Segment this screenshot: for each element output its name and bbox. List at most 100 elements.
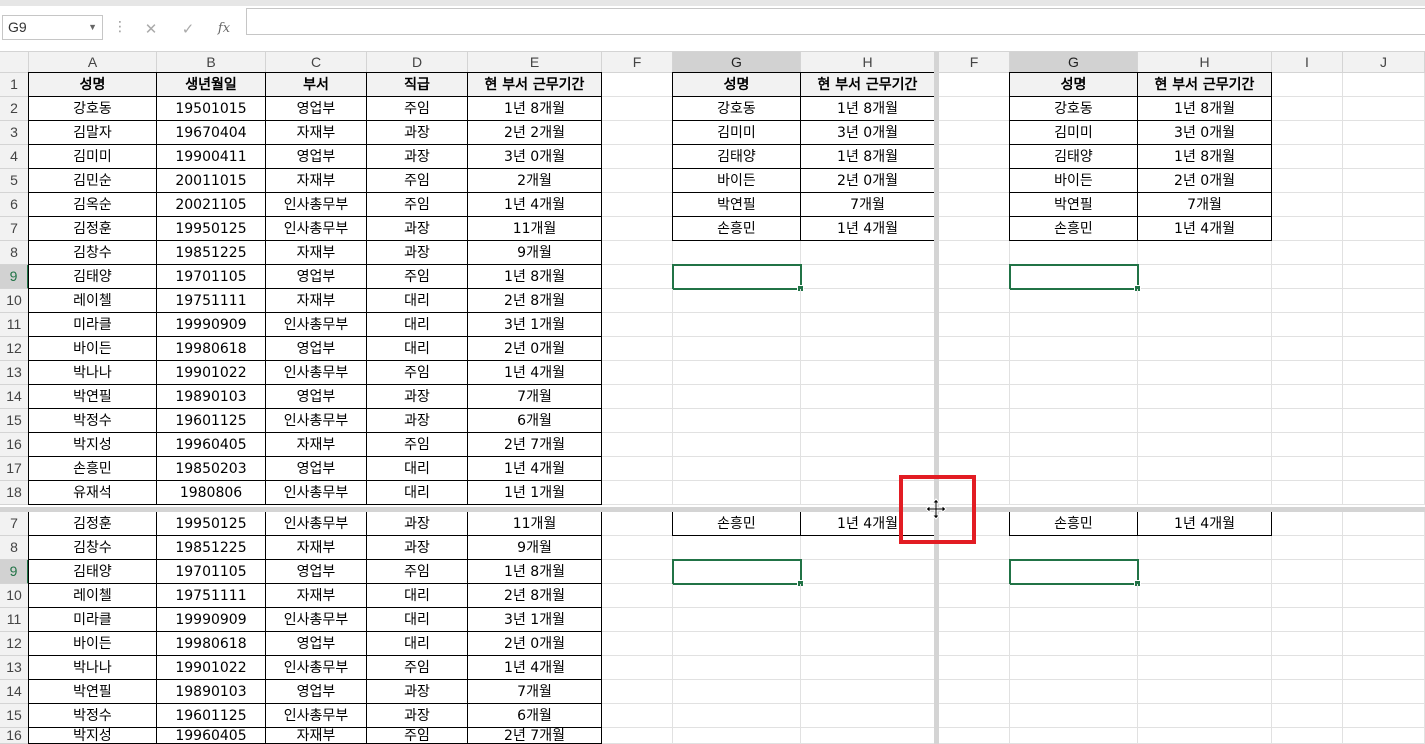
table-cell[interactable]: 2개월 — [467, 168, 602, 193]
table-cell[interactable]: 주임 — [366, 192, 468, 217]
grid-cell[interactable] — [939, 560, 1010, 584]
table-cell[interactable]: 대리 — [366, 631, 468, 656]
grid-cell[interactable] — [1343, 97, 1425, 121]
grid-cell[interactable] — [939, 121, 1010, 145]
lookup-cell[interactable]: 1년 8개월 — [1137, 96, 1272, 121]
table-cell[interactable]: 미라클 — [28, 312, 157, 337]
grid-cell[interactable] — [1272, 289, 1343, 313]
table-cell[interactable]: 영업부 — [265, 144, 367, 169]
lookup-header-cell[interactable]: 성명 — [672, 72, 801, 97]
table-cell[interactable]: 19670404 — [156, 120, 266, 145]
table-cell[interactable]: 19960405 — [156, 727, 266, 744]
selected-cell[interactable] — [672, 264, 804, 292]
table-cell[interactable]: 19901022 — [156, 360, 266, 385]
table-cell[interactable]: 11개월 — [467, 511, 602, 536]
table-cell[interactable]: 인사총무부 — [265, 408, 367, 433]
lookup-cell[interactable]: 손흥민 — [672, 216, 801, 241]
table-cell[interactable]: 영업부 — [265, 264, 367, 289]
grid-cell[interactable] — [673, 728, 801, 744]
table-cell[interactable]: 2년 7개월 — [467, 727, 602, 744]
grid-cell[interactable] — [602, 704, 673, 728]
grid-cell[interactable] — [602, 193, 673, 217]
table-cell[interactable]: 주임 — [366, 96, 468, 121]
lookup-cell[interactable]: 김미미 — [1009, 120, 1138, 145]
select-all-corner[interactable] — [0, 52, 29, 73]
table-cell[interactable]: 1년 4개월 — [467, 456, 602, 481]
grid-cell[interactable] — [939, 145, 1010, 169]
grid-cell[interactable] — [602, 241, 673, 265]
grid-cell[interactable] — [939, 289, 1010, 313]
table-cell[interactable]: 김정훈 — [28, 511, 157, 536]
table-cell[interactable]: 레이첼 — [28, 583, 157, 608]
grid-cell[interactable] — [1138, 704, 1272, 728]
grid-cell[interactable] — [1272, 337, 1343, 361]
grid-cell[interactable] — [1010, 433, 1138, 457]
table-cell[interactable]: 19851225 — [156, 240, 266, 265]
table-cell[interactable]: 자재부 — [265, 535, 367, 560]
grid-cell[interactable] — [1343, 241, 1425, 265]
grid-cell[interactable] — [1272, 584, 1343, 608]
table-cell[interactable]: 19751111 — [156, 583, 266, 608]
lookup-cell[interactable]: 1년 8개월 — [800, 144, 935, 169]
grid-cell[interactable] — [1343, 361, 1425, 385]
table-cell[interactable]: 과장 — [366, 535, 468, 560]
table-cell[interactable]: 자재부 — [265, 432, 367, 457]
table-cell[interactable]: 인사총무부 — [265, 360, 367, 385]
grid-cell[interactable] — [801, 728, 935, 744]
grid-cell[interactable] — [939, 241, 1010, 265]
table-cell[interactable]: 영업부 — [265, 456, 367, 481]
grid-cell[interactable] — [1272, 512, 1343, 536]
grid-cell[interactable] — [939, 385, 1010, 409]
table-cell[interactable]: 박정수 — [28, 703, 157, 728]
grid-cell[interactable] — [1138, 560, 1272, 584]
column-header-d[interactable]: D — [367, 52, 468, 73]
grid-cell[interactable] — [673, 656, 801, 680]
grid-cell[interactable] — [1343, 536, 1425, 560]
grid-cell[interactable] — [602, 169, 673, 193]
lookup-cell[interactable]: 강호동 — [672, 96, 801, 121]
grid-cell[interactable] — [801, 241, 935, 265]
table-cell[interactable]: 레이첼 — [28, 288, 157, 313]
grid-cell[interactable] — [1272, 97, 1343, 121]
table-cell[interactable]: 김민순 — [28, 168, 157, 193]
column-header-f[interactable]: F — [939, 52, 1010, 73]
lookup-cell[interactable]: 3년 0개월 — [800, 120, 935, 145]
row-header-18[interactable]: 18 — [0, 481, 29, 505]
table-cell[interactable]: 과장 — [366, 384, 468, 409]
table-cell[interactable]: 2년 8개월 — [467, 288, 602, 313]
table-cell[interactable]: 1년 8개월 — [467, 264, 602, 289]
grid-cell[interactable] — [1343, 337, 1425, 361]
grid-cell[interactable] — [939, 217, 1010, 241]
table-cell[interactable]: 손흥민 — [28, 456, 157, 481]
table-cell[interactable]: 영업부 — [265, 336, 367, 361]
table-cell[interactable]: 영업부 — [265, 631, 367, 656]
table-cell[interactable]: 대리 — [366, 607, 468, 632]
grid-cell[interactable] — [801, 337, 935, 361]
grid-cell[interactable] — [1272, 656, 1343, 680]
grid-cell[interactable] — [801, 433, 935, 457]
cancel-icon[interactable]: ✕ — [139, 18, 163, 40]
table-cell[interactable]: 김말자 — [28, 120, 157, 145]
row-header-4[interactable]: 4 — [0, 145, 29, 169]
column-header-b[interactable]: B — [157, 52, 266, 73]
column-header-h[interactable]: H — [1138, 52, 1272, 73]
row-header-13[interactable]: 13 — [0, 361, 29, 385]
grid-cell[interactable] — [801, 289, 935, 313]
grid-cell[interactable] — [801, 560, 935, 584]
enter-icon[interactable]: ✓ — [176, 18, 200, 40]
table-cell[interactable]: 대리 — [366, 312, 468, 337]
grid-cell[interactable] — [939, 632, 1010, 656]
grid-cell[interactable] — [602, 73, 673, 97]
row-header-3[interactable]: 3 — [0, 121, 29, 145]
selected-cell[interactable] — [672, 559, 804, 587]
table-cell[interactable]: 인사총무부 — [265, 511, 367, 536]
table-cell[interactable]: 영업부 — [265, 559, 367, 584]
row-header-14[interactable]: 14 — [0, 385, 29, 409]
table-cell[interactable]: 9개월 — [467, 535, 602, 560]
table-cell[interactable]: 영업부 — [265, 384, 367, 409]
grid-cell[interactable] — [1138, 632, 1272, 656]
table-cell[interactable]: 김태양 — [28, 264, 157, 289]
grid-cell[interactable] — [939, 97, 1010, 121]
grid-cell[interactable] — [939, 169, 1010, 193]
grid-cell[interactable] — [602, 608, 673, 632]
